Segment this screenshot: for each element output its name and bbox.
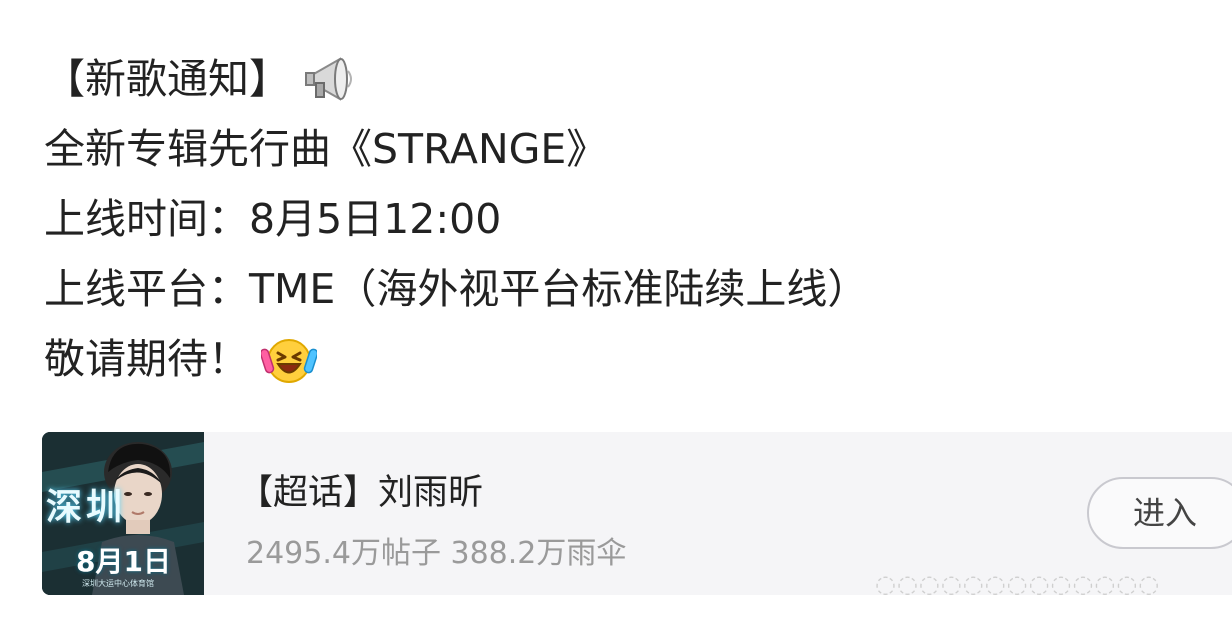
post-line-3: 上线时间：8月5日12:00 bbox=[44, 184, 1194, 254]
post-line-text: 【新歌通知】 bbox=[44, 55, 290, 103]
post-line-text: 全新专辑先行曲《STRANGE》 bbox=[44, 125, 608, 173]
post-body: 【新歌通知】 全新专辑先行曲《STRANGE》 上线时间：8月5日12:00 上… bbox=[44, 44, 1194, 394]
cover-venue-text: 深圳大运中心体育馆 bbox=[82, 579, 154, 588]
watermark: ◌◌◌◌◌◌◌◌◌◌◌◌◌ bbox=[875, 570, 1161, 598]
cover-city-text: 深圳 bbox=[46, 487, 127, 528]
laughing-emoji-icon bbox=[261, 331, 317, 387]
post-line-text: 上线时间：8月5日12:00 bbox=[44, 195, 502, 243]
weibo-post: · · · · · · · · 【新歌通知】 全新专辑先行曲《STRANGE》 … bbox=[0, 0, 1232, 625]
post-line-1: 【新歌通知】 bbox=[44, 44, 1194, 114]
post-line-4: 上线平台：TME（海外视平台标准陆续上线） bbox=[44, 254, 1194, 324]
supertopic-cover-image[interactable]: 深圳 8月1日 深圳大运中心体育馆 bbox=[42, 432, 204, 595]
cover-date-text: 8月1日 bbox=[76, 545, 171, 578]
supertopic-stats: 2495.4万帖子 388.2万雨伞 bbox=[246, 536, 627, 571]
cropped-header-text: · · · · · · · · bbox=[210, 0, 400, 4]
post-line-text: 上线平台：TME（海外视平台标准陆续上线） bbox=[44, 265, 869, 313]
supertopic-title[interactable]: 【超话】刘雨昕 bbox=[238, 464, 483, 515]
post-line-2: 全新专辑先行曲《STRANGE》 bbox=[44, 114, 1194, 184]
enter-button[interactable]: 进入 bbox=[1087, 477, 1232, 549]
post-line-text: 敬请期待！ bbox=[44, 335, 249, 383]
post-line-5: 敬请期待！ bbox=[44, 324, 1194, 394]
megaphone-icon bbox=[302, 51, 358, 107]
